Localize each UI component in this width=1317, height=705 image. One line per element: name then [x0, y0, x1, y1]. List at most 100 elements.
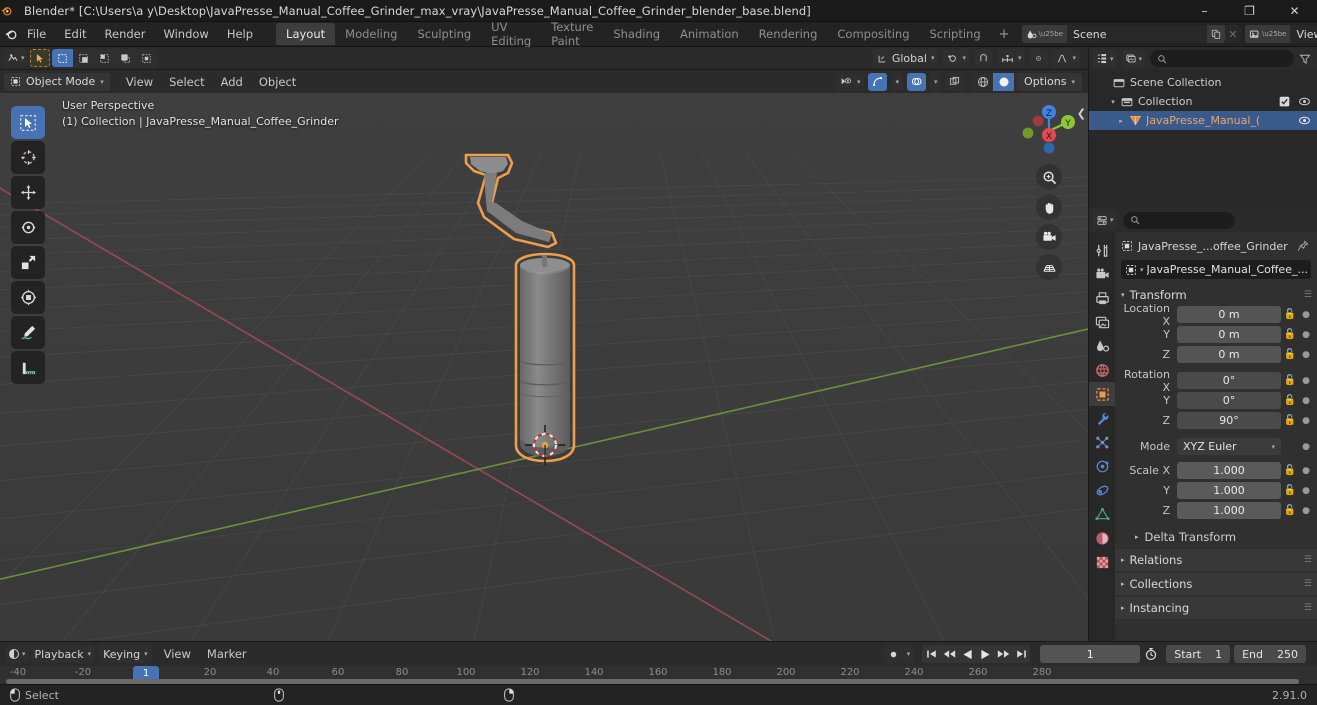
scale-y-value[interactable]: 1.000: [1177, 482, 1281, 499]
proportional-editing-icon[interactable]: [1029, 49, 1049, 67]
scale-z-value[interactable]: 1.000: [1177, 502, 1281, 519]
viewport-canvas[interactable]: User Perspective (1) Collection | JavaPr…: [0, 93, 1088, 662]
timeline-ruler[interactable]: -40 -20 20 40 60 80 100 120 140 160 180 …: [0, 666, 1317, 685]
timeline-editor[interactable]: ▾ Playback ▾ Keying ▾ View Marker ▾ 1 St…: [0, 641, 1317, 685]
lock-icon[interactable]: 🔓: [1281, 395, 1299, 406]
rotate-tool[interactable]: [11, 211, 45, 244]
viewport-menu-view[interactable]: View: [118, 73, 161, 91]
animate-dot-icon[interactable]: ●: [1299, 442, 1313, 452]
gizmo-toggle[interactable]: [868, 72, 888, 91]
texture-tab[interactable]: [1089, 550, 1115, 574]
zoom-icon[interactable]: [1036, 164, 1062, 190]
auto-keying-toggle[interactable]: [883, 645, 903, 663]
lock-icon[interactable]: 🔓: [1281, 415, 1299, 426]
viewport-menu-select[interactable]: Select: [161, 73, 212, 91]
previous-keyframe-button[interactable]: [940, 645, 958, 663]
overlays-toggle[interactable]: [906, 72, 926, 91]
object-name-field[interactable]: ▾ JavaPresse_Manual_Coffee_...: [1121, 260, 1311, 279]
outliner-row-scene-collection[interactable]: Scene Collection: [1089, 73, 1317, 92]
current-frame-field[interactable]: 1: [1040, 645, 1141, 663]
workspace-tab-compositing[interactable]: Compositing: [827, 23, 919, 45]
timeline-editor-icon[interactable]: ▾: [5, 645, 29, 663]
properties-editor-icon[interactable]: ▾: [1093, 211, 1117, 229]
3d-viewport[interactable]: ▾ Global ▾ ▾ ▾ ▾ Object Mode ▾ View Sele…: [0, 47, 1088, 662]
select-subtract-mode[interactable]: [94, 49, 115, 67]
rotation-y-row[interactable]: Y 0° 🔓 ●: [1115, 391, 1317, 410]
lock-icon[interactable]: 🔓: [1281, 329, 1299, 340]
workspace-tab-layout[interactable]: Layout: [276, 23, 336, 45]
animate-dot-icon[interactable]: ●: [1299, 466, 1313, 476]
maximize-button[interactable]: ❐: [1227, 0, 1272, 22]
lock-icon[interactable]: 🔓: [1281, 505, 1299, 516]
menu-file[interactable]: File: [18, 24, 55, 44]
end-frame-field[interactable]: End 250: [1234, 645, 1306, 663]
transform-orientation-dropdown[interactable]: Global ▾: [872, 49, 939, 67]
animate-dot-icon[interactable]: ●: [1299, 350, 1313, 360]
lock-icon[interactable]: 🔓: [1281, 309, 1299, 320]
workspace-tab-animation[interactable]: Animation: [670, 23, 749, 45]
outliner-row-collection[interactable]: ▾ Collection: [1089, 92, 1317, 111]
object-mode-dropdown[interactable]: Object Mode ▾: [4, 72, 110, 91]
unlink-scene-button[interactable]: ✕: [1225, 28, 1241, 41]
collection-checkbox[interactable]: [1279, 96, 1290, 107]
rotation-z-value[interactable]: 90°: [1177, 412, 1281, 429]
outliner-tree[interactable]: Scene Collection ▾ Collection ▸ JavaPres…: [1089, 70, 1317, 208]
pivot-point-dropdown[interactable]: ▾: [942, 49, 970, 67]
object-visibility-eye-icon[interactable]: [1298, 115, 1311, 126]
transport-controls[interactable]: [922, 645, 1031, 663]
location-x-row[interactable]: Location X 0 m 🔓 ●: [1115, 302, 1317, 328]
overlays-options-dropdown[interactable]: ▾: [929, 72, 942, 91]
viewport-toolbar[interactable]: [11, 106, 45, 384]
workspace-tab-sculpting[interactable]: Sculpting: [407, 23, 481, 45]
particles-tab[interactable]: [1089, 430, 1115, 454]
scale-z-row[interactable]: Z 1.000 🔓 ●: [1115, 501, 1317, 520]
view-layer-selector[interactable]: \u25be View Layer ✕: [1245, 25, 1317, 43]
world-tab[interactable]: [1089, 358, 1115, 382]
nav-gizmo[interactable]: Z Y X: [1020, 102, 1078, 160]
outliner-search-input[interactable]: [1150, 50, 1294, 67]
jump-to-end-button[interactable]: [1012, 645, 1030, 663]
rotation-z-row[interactable]: Z 90° 🔓 ●: [1115, 411, 1317, 430]
location-z-value[interactable]: 0 m: [1177, 346, 1281, 363]
workspace-tab-rendering[interactable]: Rendering: [749, 23, 828, 45]
play-button[interactable]: [976, 645, 994, 663]
auto-key-timer-icon[interactable]: [1140, 647, 1162, 661]
instancing-panel[interactable]: ▸ Instancing ☰: [1115, 597, 1317, 619]
annotate-tool[interactable]: [11, 316, 45, 349]
properties-search-input[interactable]: [1122, 211, 1235, 229]
keying-dropdown[interactable]: Keying ▾: [99, 645, 152, 663]
viewport-menu-object[interactable]: Object: [251, 73, 304, 91]
location-x-value[interactable]: 0 m: [1177, 306, 1281, 323]
select-set-mode[interactable]: [51, 49, 73, 67]
animate-dot-icon[interactable]: ●: [1299, 396, 1313, 406]
select-mode-group[interactable]: [51, 49, 157, 67]
location-y-value[interactable]: 0 m: [1177, 326, 1281, 343]
rotation-mode-row[interactable]: Mode XYZ Euler ▾ ●: [1115, 437, 1317, 456]
workspace-tab-modeling[interactable]: Modeling: [335, 23, 407, 45]
blender-menu-icon[interactable]: [4, 27, 18, 41]
object-data-tab[interactable]: [1089, 502, 1115, 526]
move-tool[interactable]: [11, 176, 45, 209]
output-tab[interactable]: [1089, 286, 1115, 310]
start-frame-field[interactable]: Start 1: [1166, 645, 1231, 663]
select-invert-mode[interactable]: [115, 49, 136, 67]
scale-y-row[interactable]: Y 1.000 🔓 ●: [1115, 481, 1317, 500]
lock-icon[interactable]: 🔓: [1281, 485, 1299, 496]
falloff-curve-dropdown[interactable]: ▾: [1052, 49, 1080, 67]
menu-window[interactable]: Window: [154, 24, 217, 44]
menu-help[interactable]: Help: [218, 24, 262, 44]
auto-keying-options-dropdown[interactable]: ▾: [902, 645, 915, 663]
editor-type-icon[interactable]: ▾: [4, 49, 28, 67]
viewport-menu-add[interactable]: Add: [213, 73, 251, 91]
xray-toggle[interactable]: [945, 72, 965, 91]
select-tool-icon[interactable]: [29, 49, 50, 67]
scene-name[interactable]: Scene: [1067, 28, 1207, 41]
camera-view-icon[interactable]: [1036, 224, 1062, 250]
relations-panel[interactable]: ▸ Relations ☰: [1115, 549, 1317, 571]
scale-x-value[interactable]: 1.000: [1177, 462, 1281, 479]
physics-tab[interactable]: [1089, 454, 1115, 478]
viewport-navigation[interactable]: Z Y X: [1020, 102, 1078, 280]
menu-edit[interactable]: Edit: [55, 24, 95, 44]
scale-tool[interactable]: [11, 246, 45, 279]
expand-arrow[interactable]: ▸: [1115, 117, 1127, 125]
